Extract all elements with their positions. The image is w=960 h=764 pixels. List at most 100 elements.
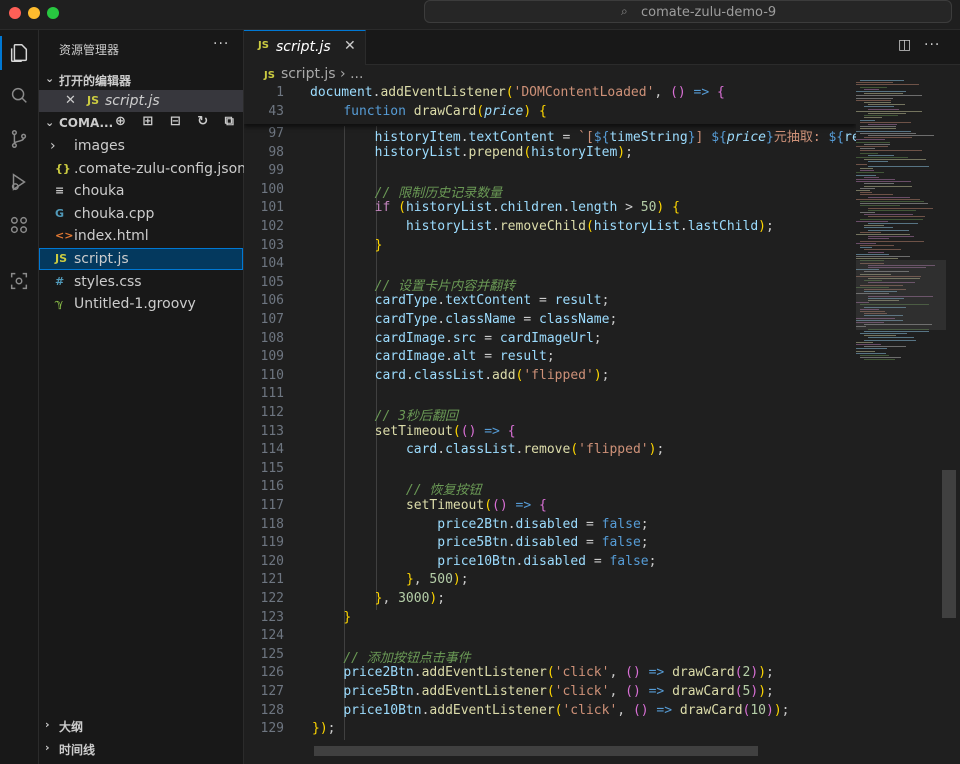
code-line[interactable]: price5Btn.addEventListener('click', () =… bbox=[312, 684, 774, 699]
file-type-icon: ℽ bbox=[55, 297, 64, 311]
minimap-line bbox=[856, 97, 893, 99]
code-line[interactable]: historyList.removeChild(historyList.last… bbox=[312, 219, 774, 234]
open-editor-item-script[interactable]: ✕ JS script.js bbox=[39, 90, 243, 112]
tab-script-js[interactable]: JS script.js ✕ bbox=[244, 30, 366, 65]
workspace-section[interactable]: ⌄ COMA... ⊕ ⊞ ⊟ ↻ ⧉ bbox=[39, 114, 243, 134]
code-editor[interactable]: 97 historyItem.textContent = `[${timeStr… bbox=[244, 84, 856, 744]
code-line[interactable]: price2Btn.disabled = false; bbox=[312, 517, 648, 532]
code-line[interactable]: }, 3000); bbox=[312, 591, 445, 606]
remote-explorer-icon[interactable] bbox=[6, 268, 32, 294]
source-control-icon[interactable] bbox=[6, 126, 32, 152]
code-line[interactable]: cardImage.src = cardImageUrl; bbox=[312, 331, 602, 346]
minimap-line bbox=[868, 165, 929, 167]
sticky-scroll-header[interactable]: 1 document.addEventListener('DOMContentLo… bbox=[244, 84, 856, 124]
code-line[interactable]: price2Btn.addEventListener('click', () =… bbox=[312, 665, 774, 680]
line-number: 121 bbox=[260, 572, 284, 588]
workspace-actions-icons[interactable]: ⊕ ⊞ ⊟ ↻ ⧉ bbox=[115, 114, 240, 129]
code-line[interactable]: }, 500); bbox=[312, 572, 469, 587]
file-item-styles-css[interactable]: # styles.css bbox=[39, 271, 243, 293]
vertical-scrollbar[interactable] bbox=[942, 470, 956, 618]
file-name: styles.css bbox=[74, 273, 142, 290]
outline-section[interactable]: › 大纲 bbox=[39, 716, 243, 736]
code-line[interactable]: setTimeout(() => { bbox=[312, 424, 516, 439]
sticky-code-line[interactable]: function drawCard(price) { bbox=[312, 104, 547, 119]
file-item--comate-zulu-config-json[interactable]: {} .comate-zulu-config.json bbox=[39, 158, 247, 180]
close-icon[interactable]: ✕ bbox=[65, 90, 76, 112]
minimap-line bbox=[856, 130, 911, 132]
minimap-line bbox=[864, 214, 914, 216]
code-line[interactable]: if (historyList.children.length > 50) { bbox=[312, 200, 680, 215]
open-editors-section[interactable]: ⌄ 打开的编辑器 bbox=[39, 70, 243, 90]
code-line[interactable]: historyList.prepend(historyItem); bbox=[312, 145, 633, 160]
minimap-line bbox=[860, 333, 907, 334]
code-line[interactable]: cardImage.alt = result; bbox=[312, 349, 555, 364]
minimap[interactable] bbox=[856, 80, 946, 380]
minimap-line bbox=[856, 163, 868, 165]
minimap-line bbox=[868, 337, 914, 339]
line-number: 105 bbox=[260, 274, 284, 290]
more-actions-icon[interactable]: ··· bbox=[924, 37, 940, 53]
code-line[interactable]: cardType.textContent = result; bbox=[312, 293, 610, 308]
minimap-line bbox=[860, 231, 882, 233]
code-line[interactable]: setTimeout(() => { bbox=[312, 498, 547, 513]
js-file-icon: JS bbox=[264, 70, 275, 81]
code-line[interactable]: historyItem.textContent = `[${timeString… bbox=[312, 126, 856, 145]
minimap-line bbox=[868, 251, 885, 253]
sticky-code-line[interactable]: document.addEventListener('DOMContentLoa… bbox=[310, 85, 725, 100]
minimap-viewport[interactable] bbox=[856, 260, 946, 330]
run-debug-icon[interactable] bbox=[6, 169, 32, 195]
line-number: 1 bbox=[276, 85, 284, 100]
line-number: 126 bbox=[260, 665, 284, 681]
minimap-line bbox=[860, 218, 923, 220]
chevron-right-icon: › bbox=[45, 741, 50, 754]
file-item-script-js[interactable]: JS script.js bbox=[39, 248, 243, 270]
code-line[interactable]: price10Btn.addEventListener('click', () … bbox=[312, 703, 789, 718]
line-number: 104 bbox=[260, 256, 284, 272]
command-center-search[interactable]: ⌕ comate-zulu-demo-9 bbox=[424, 0, 952, 23]
file-item-images[interactable]: › images bbox=[39, 135, 243, 157]
horizontal-scrollbar[interactable] bbox=[314, 746, 758, 756]
file-name: script.js bbox=[74, 251, 129, 267]
more-actions-icon[interactable]: ··· bbox=[213, 36, 229, 52]
close-window-button[interactable] bbox=[9, 7, 21, 19]
file-item-chouka[interactable]: ≡ chouka bbox=[39, 180, 243, 202]
code-line[interactable]: }); bbox=[312, 721, 335, 736]
code-line[interactable]: cardType.className = className; bbox=[312, 312, 618, 327]
file-item-chouka-cpp[interactable]: Gchouka.cpp bbox=[39, 203, 243, 225]
code-line[interactable]: // 恢复按钮 bbox=[312, 479, 481, 498]
chevron-down-icon: ⌄ bbox=[45, 72, 55, 85]
file-item-index-html[interactable]: <> index.html bbox=[39, 225, 243, 247]
minimap-line bbox=[856, 179, 895, 180]
code-line[interactable]: price5Btn.disabled = false; bbox=[312, 535, 648, 550]
minimap-line bbox=[864, 102, 891, 103]
minimap-line bbox=[856, 172, 884, 174]
chevron-down-icon: ⌄ bbox=[45, 116, 55, 129]
search-view-icon[interactable] bbox=[6, 83, 32, 109]
code-line[interactable]: card.classList.remove('flipped'); bbox=[312, 442, 664, 457]
split-editor-icon[interactable]: ◫ bbox=[898, 37, 911, 53]
file-item-untitled-1-groovy[interactable]: ℽ Untitled-1.groovy bbox=[39, 293, 243, 315]
line-number: 103 bbox=[260, 237, 284, 253]
code-line[interactable]: card.classList.add('flipped'); bbox=[312, 368, 610, 383]
minimize-window-button[interactable] bbox=[28, 7, 40, 19]
code-line[interactable]: } bbox=[312, 238, 383, 253]
minimap-line bbox=[856, 190, 871, 191]
file-type-icon: G bbox=[55, 206, 65, 220]
code-line[interactable]: // 添加按钮点击事件 bbox=[312, 647, 470, 666]
file-name: Untitled-1.groovy bbox=[74, 296, 196, 313]
line-number: 118 bbox=[260, 516, 284, 532]
extensions-icon[interactable] bbox=[6, 212, 32, 238]
code-line[interactable]: price10Btn.disabled = false; bbox=[312, 554, 656, 569]
minimap-line bbox=[868, 223, 918, 224]
code-line[interactable]: // 设置卡片内容并翻转 bbox=[312, 275, 515, 294]
code-line[interactable]: } bbox=[312, 610, 351, 625]
close-icon[interactable]: ✕ bbox=[344, 38, 356, 54]
code-line[interactable]: // 限制历史记录数量 bbox=[312, 182, 502, 201]
breadcrumb[interactable]: JS script.js › ... bbox=[264, 66, 363, 82]
explorer-icon[interactable] bbox=[0, 36, 32, 70]
line-number: 99 bbox=[268, 163, 284, 179]
file-name: .comate-zulu-config.json bbox=[74, 160, 247, 177]
timeline-section[interactable]: › 时间线 bbox=[39, 739, 243, 759]
code-line[interactable]: // 3秒后翻回 bbox=[312, 405, 458, 424]
maximize-window-button[interactable] bbox=[47, 7, 59, 19]
